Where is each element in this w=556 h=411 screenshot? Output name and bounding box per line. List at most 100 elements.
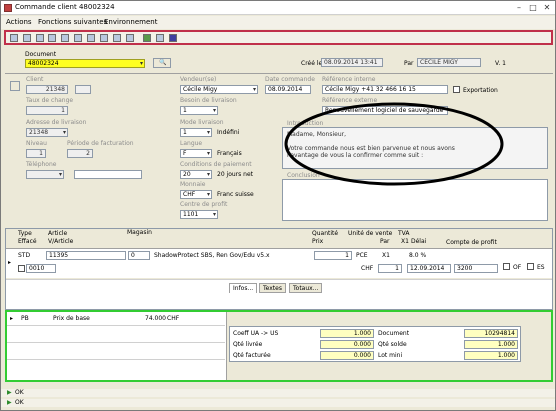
- langue-label: Langue: [180, 140, 203, 147]
- col-x1: X1: [401, 238, 409, 245]
- col-article: Article: [48, 230, 68, 237]
- adresse-label: Adresse de livraison: [26, 119, 87, 126]
- telephone-field[interactable]: [74, 170, 142, 179]
- search-button[interactable]: 🔍: [153, 58, 171, 68]
- document-info-label: Document: [378, 330, 410, 337]
- conditions-text: 20 jours net: [217, 171, 254, 178]
- qte-facturee-field: 0.000: [320, 351, 374, 360]
- menu-fonctions-suivantes[interactable]: Fonctions suivantes: [38, 18, 107, 26]
- col-quantite: Quantité: [312, 230, 339, 237]
- preview-icon[interactable]: [126, 34, 134, 42]
- row-unit: PCE: [356, 252, 368, 259]
- date-field[interactable]: 08.09.2014: [265, 85, 311, 94]
- highlight-ellipse: [284, 102, 504, 186]
- menu-actions[interactable]: Actions: [6, 18, 32, 26]
- row-delai[interactable]: 12.09.2014: [407, 264, 451, 273]
- col-magasin: Magasin: [127, 229, 152, 236]
- row-compte[interactable]: 3200: [454, 264, 498, 273]
- menu-environnement[interactable]: Environnement: [104, 18, 157, 26]
- tab-textes[interactable]: Textes: [259, 283, 286, 293]
- qte-solde-field: 1.000: [464, 340, 518, 349]
- col-prix: Prix: [312, 238, 324, 245]
- prev-icon[interactable]: [48, 34, 56, 42]
- es-label: ES: [537, 264, 545, 271]
- col-delai: Délai: [411, 238, 427, 245]
- telephone-type-field[interactable]: [26, 170, 64, 179]
- exit-icon[interactable]: [169, 34, 177, 42]
- close-icon[interactable]: ✕: [541, 2, 553, 13]
- row-article[interactable]: 11395: [46, 251, 126, 260]
- minimize-icon[interactable]: –: [513, 2, 525, 13]
- centre-field[interactable]: 1101: [180, 210, 218, 219]
- es-checkbox[interactable]: [527, 263, 534, 270]
- print-icon[interactable]: [113, 34, 121, 42]
- mode-text: Indéfini: [217, 129, 240, 136]
- ok-flag-icon: ▶: [7, 389, 12, 396]
- tab-infos[interactable]: Infos...: [229, 283, 258, 293]
- client-extra-field[interactable]: [75, 85, 91, 94]
- status-line-2: ▶ OK: [1, 399, 555, 407]
- niveau-label: Niveau: [26, 140, 47, 147]
- document-info-field: 10294814: [464, 329, 518, 338]
- row-article2[interactable]: 0010: [26, 264, 56, 273]
- vendeur-label: Vendeur(se): [180, 76, 217, 83]
- flag-icon[interactable]: [143, 34, 151, 42]
- divider: [5, 73, 553, 74]
- document-field[interactable]: 48002324: [25, 59, 145, 68]
- status-text-2: OK: [15, 399, 24, 406]
- conditions-field[interactable]: 20: [180, 170, 212, 179]
- delete-icon[interactable]: [36, 34, 44, 42]
- client-field[interactable]: 21348: [26, 85, 68, 94]
- col-efface: Effacé: [18, 238, 37, 245]
- adresse-field[interactable]: 21348: [26, 128, 68, 137]
- ref-field[interactable]: Cécile Migy +41 32 466 16 15: [322, 85, 448, 94]
- besoin-field[interactable]: 1: [180, 106, 218, 115]
- price-pointer-icon: ▸: [10, 315, 14, 322]
- besoin-label: Besoin de livraison: [180, 97, 237, 104]
- tab-totaux[interactable]: Totaux...: [289, 283, 323, 293]
- insert-icon[interactable]: [74, 34, 82, 42]
- client-link-icon[interactable]: [10, 81, 20, 91]
- lines-grid: Type Article Magasin Quantité Unité de v…: [5, 228, 553, 310]
- facturation-field[interactable]: 2: [67, 149, 93, 158]
- save-icon[interactable]: [10, 34, 18, 42]
- row-magasin[interactable]: 0: [128, 251, 150, 260]
- col-compte: Compte de profit: [446, 239, 497, 246]
- pb-label: Prix de base: [53, 315, 90, 322]
- row-factor: X1: [382, 252, 390, 259]
- grid-icon[interactable]: [100, 34, 108, 42]
- of-label: OF: [513, 264, 522, 271]
- maximize-icon[interactable]: □: [527, 2, 539, 13]
- niveau-field[interactable]: 1: [26, 149, 46, 158]
- col-varticle: V/Article: [48, 238, 74, 245]
- date-label: Date commande: [265, 76, 315, 83]
- mode-field[interactable]: 1: [180, 128, 212, 137]
- col-type: Type: [18, 230, 32, 237]
- taux-field[interactable]: 1: [26, 106, 68, 115]
- monnaie-field[interactable]: CHF: [180, 190, 212, 199]
- by-label: Par: [404, 60, 414, 67]
- export-checkbox[interactable]: [453, 86, 460, 93]
- client-label: Client: [26, 76, 44, 83]
- row-currency: CHF: [361, 265, 374, 272]
- menu-bar: Actions Fonctions suivantes Environnemen…: [1, 16, 555, 29]
- pb-code: PB: [21, 315, 29, 322]
- list-icon[interactable]: [156, 34, 164, 42]
- conditions-label: Conditions de paiement: [180, 161, 252, 168]
- row-quantity[interactable]: 1: [314, 251, 352, 260]
- export-label: Exportation: [463, 87, 498, 94]
- lot-mini-label: Lot mini: [378, 352, 403, 359]
- status-text-1: OK: [15, 389, 24, 396]
- row-delete-checkbox[interactable]: [18, 265, 25, 272]
- of-checkbox[interactable]: [503, 263, 510, 270]
- pb-value: 74.000: [145, 315, 166, 322]
- row-per[interactable]: 1: [378, 264, 402, 273]
- qte-livree-label: Qté livrée: [233, 341, 263, 348]
- new-icon[interactable]: [23, 34, 31, 42]
- table-row[interactable]: ▸ STD 11395 0 ShadowProtect SBS, Ren Gov…: [6, 248, 552, 278]
- langue-field[interactable]: F: [180, 149, 212, 158]
- vendeur-field[interactable]: Cécile Migy: [180, 85, 258, 94]
- next-icon[interactable]: [61, 34, 69, 42]
- langue-text: Français: [217, 150, 242, 157]
- mail-icon[interactable]: [87, 34, 95, 42]
